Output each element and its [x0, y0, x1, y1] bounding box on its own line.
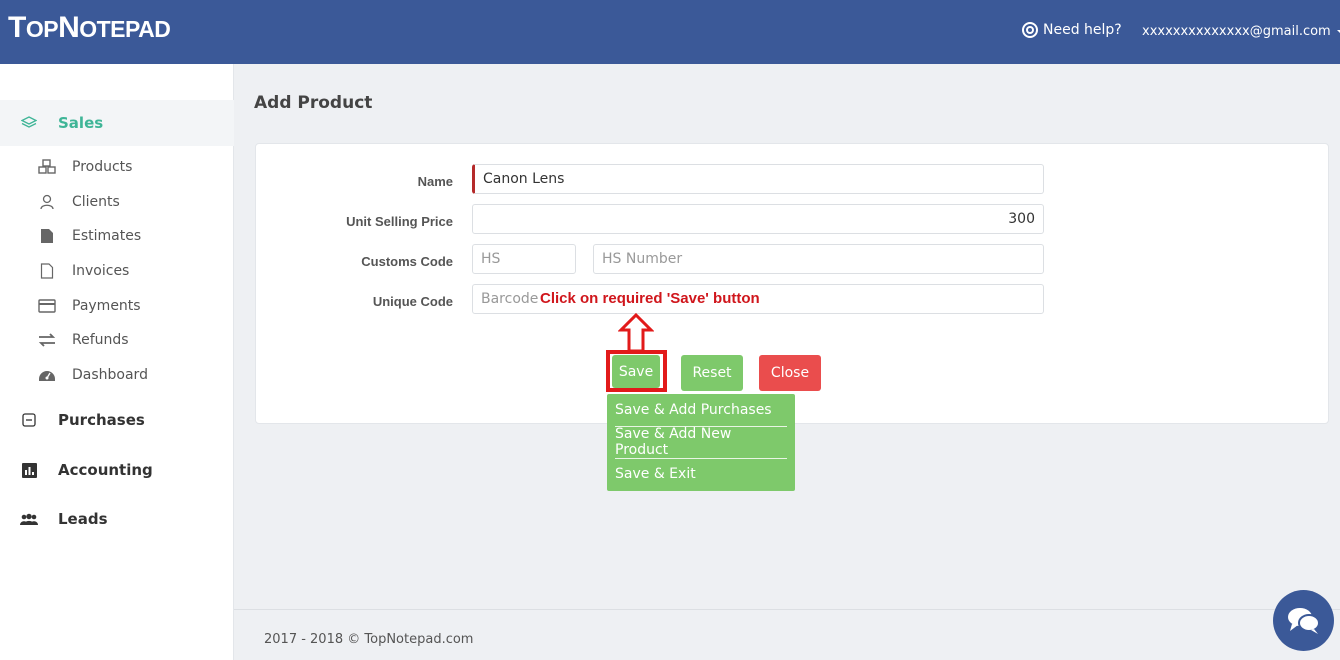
sidebar-section-leads[interactable]: Leads — [0, 507, 234, 531]
user-email: xxxxxxxxxxxxxx@gmail.com — [1142, 24, 1331, 39]
price-input[interactable]: 300 — [472, 204, 1044, 234]
menu-item-save-exit[interactable]: Save & Exit — [615, 458, 787, 490]
sidebar-item-label: Payments — [72, 298, 141, 314]
file-outline-icon — [37, 262, 57, 280]
close-button[interactable]: Close — [759, 355, 821, 391]
copyright-text: 2017 - 2018 © TopNotepad.com — [264, 632, 474, 647]
save-dropdown-menu: Save & Add Purchases Save & Add New Prod… — [607, 394, 795, 491]
arrow-up-icon — [618, 313, 654, 353]
file-icon — [37, 227, 57, 245]
save-button[interactable]: Save — [612, 355, 660, 388]
menu-item-save-add-purchases[interactable]: Save & Add Purchases — [615, 394, 787, 426]
minus-square-icon — [20, 411, 38, 429]
logo[interactable]: TOPNOTEPAD — [8, 11, 171, 45]
unique-code-label: Unique Code — [372, 294, 453, 309]
sidebar-item-clients[interactable]: Clients — [0, 190, 234, 214]
sidebar-section-label: Leads — [58, 510, 108, 528]
price-label: Unit Selling Price — [346, 214, 453, 229]
sidebar-item-estimates[interactable]: Estimates — [0, 224, 234, 248]
sidebar-item-label: Products — [72, 159, 133, 175]
user-menu[interactable]: xxxxxxxxxxxxxx@gmail.com — [1142, 24, 1340, 39]
need-help-label: Need help? — [1043, 22, 1122, 38]
dashboard-icon — [37, 366, 57, 384]
chat-icon — [1287, 607, 1320, 634]
sidebar-item-label: Invoices — [72, 263, 130, 279]
top-bar: TOPNOTEPAD Need help? xxxxxxxxxxxxxx@gma… — [0, 0, 1340, 64]
users-icon — [20, 510, 38, 528]
cubes-icon — [37, 158, 57, 176]
sidebar-section-label: Purchases — [58, 411, 145, 429]
sidebar-item-dashboard[interactable]: Dashboard — [0, 363, 234, 387]
sidebar-item-refunds[interactable]: Refunds — [0, 328, 234, 352]
reset-button[interactable]: Reset — [681, 355, 743, 391]
sidebar: Sales Products Clients Estimates Invoice… — [0, 64, 234, 660]
footer: 2017 - 2018 © TopNotepad.com — [234, 609, 1340, 660]
hs-input[interactable]: HS — [472, 244, 576, 274]
bar-chart-icon — [20, 461, 38, 479]
sidebar-section-accounting[interactable]: Accounting — [0, 458, 234, 482]
sidebar-section-label: Accounting — [58, 461, 153, 479]
sidebar-section-label: Sales — [58, 114, 104, 132]
layers-icon — [20, 114, 38, 132]
exchange-icon — [37, 331, 57, 349]
menu-item-save-add-new-product[interactable]: Save & Add New Product — [615, 426, 787, 458]
sidebar-section-sales[interactable]: Sales — [0, 100, 234, 146]
sidebar-item-label: Clients — [72, 194, 120, 210]
annotation-text: Click on required 'Save' button — [540, 290, 760, 307]
credit-card-icon — [37, 297, 57, 315]
sidebar-item-label: Refunds — [72, 332, 129, 348]
name-input[interactable]: Canon Lens — [472, 164, 1044, 194]
hs-number-input[interactable]: HS Number — [593, 244, 1044, 274]
page-title: Add Product — [254, 93, 373, 113]
sidebar-item-label: Estimates — [72, 228, 142, 244]
need-help-link[interactable]: Need help? — [1022, 22, 1122, 38]
sidebar-item-payments[interactable]: Payments — [0, 294, 234, 318]
lifebuoy-icon — [1022, 22, 1038, 38]
sidebar-item-products[interactable]: Products — [0, 155, 234, 179]
customs-code-label: Customs Code — [361, 254, 453, 269]
chat-widget-button[interactable] — [1273, 590, 1334, 651]
name-label: Name — [417, 174, 453, 189]
sidebar-item-label: Dashboard — [72, 367, 148, 383]
sidebar-section-purchases[interactable]: Purchases — [0, 408, 234, 432]
sidebar-item-invoices[interactable]: Invoices — [0, 259, 234, 283]
user-icon — [37, 193, 57, 211]
